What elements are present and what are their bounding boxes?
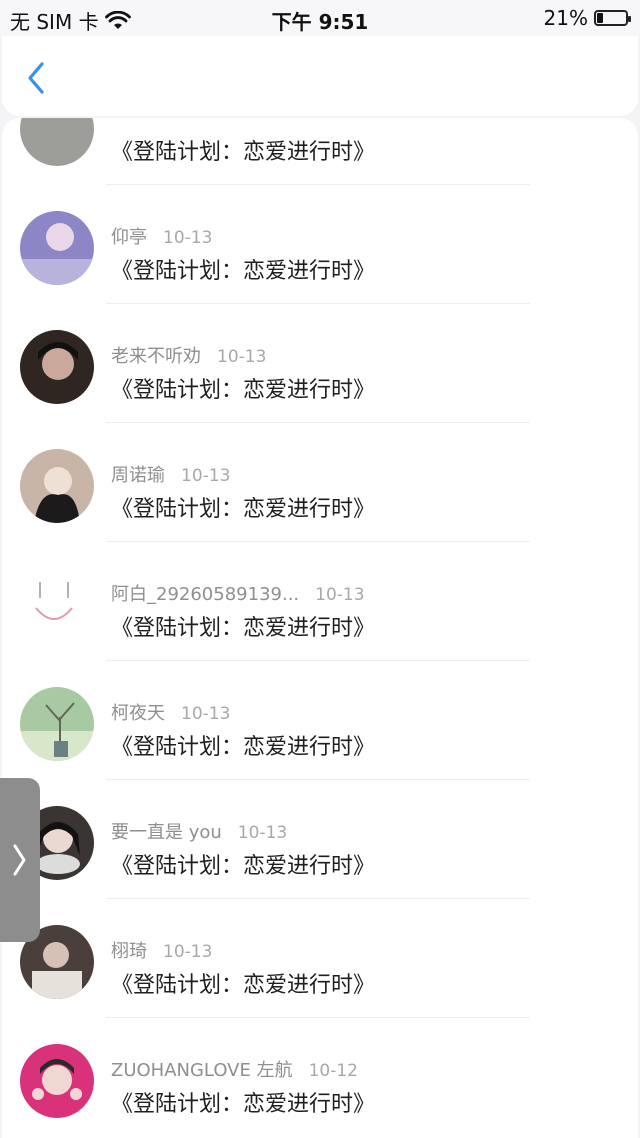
item-date: 10-13 [217,347,267,367]
item-date: 10-13 [163,228,213,248]
avatar[interactable] [20,211,94,285]
user-name: 仰亭 [111,227,147,248]
user-name: 栩琦 [111,941,147,962]
back-button[interactable] [20,58,54,98]
list-item[interactable]: 老来不听劝 10-13 《登陆计划：恋爱进行时》 [2,304,638,423]
chevron-left-icon [28,62,44,94]
user-name: ZUOHANGLOVE 左航 [111,1060,293,1081]
item-message: 《登陆计划：恋爱进行时》 [111,497,376,522]
side-drawer-toggle[interactable] [0,778,40,942]
item-date: 10-13 [163,942,213,962]
user-name: 老来不听劝 [111,346,201,367]
user-name: 阿白_29260589139... [111,584,300,605]
item-message: 《登陆计划：恋爱进行时》 [111,735,376,760]
item-date: 10-13 [315,585,365,605]
user-list: 《登陆计划：恋爱进行时》 仰亭 10-13 《登陆计划：恋爱进行时》 老来不听劝 1… [2,118,638,1138]
item-meta [111,118,127,125]
navigation-bar [2,36,638,116]
item-date: 10-13 [237,823,288,843]
user-name: 柯夜天 [111,703,165,724]
item-message: 《登陆计划：恋爱进行时》 [111,973,376,998]
item-meta: 老来不听劝 10-13 [111,342,266,368]
user-name: 周诺瑜 [111,465,165,486]
list-item[interactable]: 要一直是 you 10-13 《登陆计划：恋爱进行时》 [2,780,638,899]
avatar[interactable] [20,330,94,404]
battery-icon [594,10,631,26]
list-item[interactable]: 《登陆计划：恋爱进行时》 [2,118,638,185]
status-bar: 无 SIM 卡 下午 9:51 21% [0,0,640,36]
list-item[interactable]: 阿白_29260589139... 10-13 《登陆计划：恋爱进行时》 [2,542,638,661]
item-meta: 要一直是 you 10-13 [111,818,287,844]
list-item[interactable]: 周诺瑜 10-13 《登陆计划：恋爱进行时》 [2,423,638,542]
item-meta: 柯夜天 10-13 [111,699,230,725]
item-meta: ZUOHANGLOVE 左航 10-12 [111,1056,358,1082]
item-message: 《登陆计划：恋爱进行时》 [111,854,376,879]
item-date: 10-12 [308,1061,358,1081]
battery-level-fill [597,13,603,23]
chevron-right-icon [13,844,26,876]
item-message: 《登陆计划：恋爱进行时》 [111,140,376,165]
item-meta: 阿白_29260589139... 10-13 [111,580,365,606]
item-meta: 栩琦 10-13 [111,937,212,963]
list-item[interactable]: 栩琦 10-13 《登陆计划：恋爱进行时》 [2,899,638,1018]
user-name: 要一直是 you [111,822,222,843]
battery-percent: 21% [543,6,588,30]
avatar[interactable] [20,1044,94,1118]
item-message: 《登陆计划：恋爱进行时》 [111,616,376,641]
avatar[interactable] [20,118,94,166]
list-item[interactable]: ZUOHANGLOVE 左航 10-12 《登陆计划：恋爱进行时》 [2,1018,638,1137]
avatar[interactable] [20,687,94,761]
item-date: 10-13 [181,704,231,724]
item-meta: 周诺瑜 10-13 [111,461,230,487]
avatar[interactable] [20,568,94,642]
item-meta: 仰亭 10-13 [111,223,212,249]
battery-group: 21% [543,6,631,30]
avatar[interactable] [20,449,94,523]
item-message: 《登陆计划：恋爱进行时》 [111,378,376,403]
list-item[interactable]: 仰亭 10-13 《登陆计划：恋爱进行时》 [2,185,638,304]
item-date: 10-13 [181,466,231,486]
item-message: 《登陆计划：恋爱进行时》 [111,259,376,284]
list-item[interactable]: 柯夜天 10-13 《登陆计划：恋爱进行时》 [2,661,638,780]
item-message: 《登陆计划：恋爱进行时》 [111,1092,376,1117]
